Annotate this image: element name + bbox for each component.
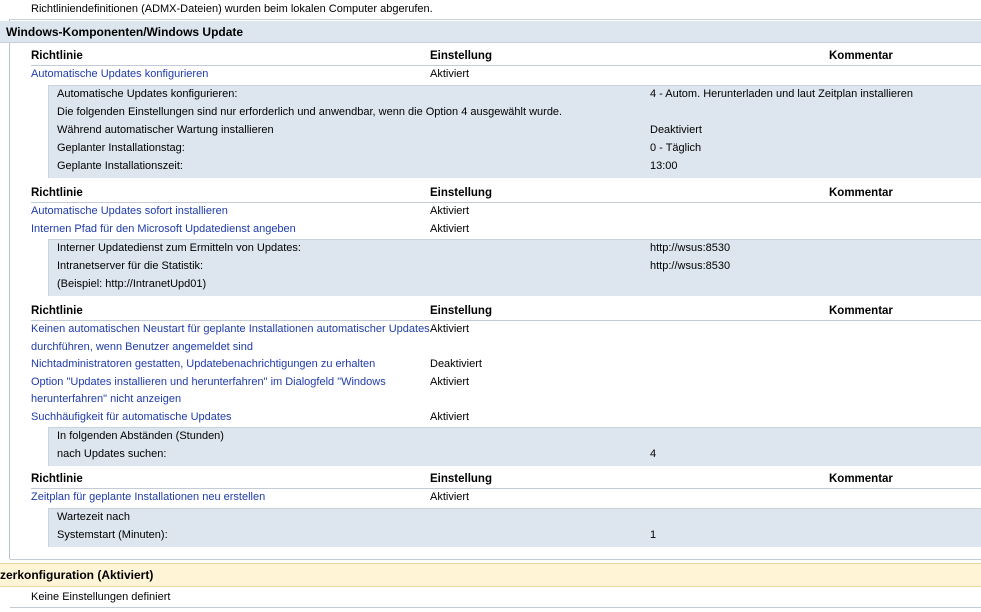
detail-label: (Beispiel: http://IntranetUpd01) — [57, 278, 207, 290]
policy-link[interactable]: Automatische Updates konfigurieren — [31, 68, 208, 80]
policy-link[interactable]: Zeitplan für geplante Installationen neu… — [31, 491, 265, 503]
column-header-policy: Richtlinie — [31, 187, 83, 199]
policy-setting-value: Aktiviert — [430, 410, 470, 423]
column-header-setting: Einstellung — [430, 187, 492, 199]
policy-details-box — [48, 507, 981, 547]
detail-label: Während automatischer Wartung installier… — [57, 123, 274, 136]
policy-setting-value: Aktiviert — [430, 491, 470, 503]
column-header-policy: Richtlinie — [31, 473, 83, 485]
divider — [10, 19, 981, 20]
header-divider — [31, 65, 981, 66]
column-header-comment: Kommentar — [829, 305, 893, 317]
section-header-user-config[interactable]: zerkonfiguration (Aktiviert) — [0, 563, 981, 587]
detail-label: Geplante Installationszeit: — [57, 159, 183, 172]
detail-value: 1 — [650, 528, 657, 541]
policy-setting-value: Aktiviert — [430, 323, 470, 335]
column-header-setting: Einstellung — [430, 305, 492, 317]
section-header-windows-update[interactable]: Windows-Komponenten/Windows Update — [0, 21, 981, 43]
detail-value: 4 - Autom. Herunterladen und laut Zeitpl… — [650, 87, 913, 100]
column-header-comment: Kommentar — [829, 473, 893, 485]
header-divider — [31, 320, 981, 321]
detail-value: Deaktiviert — [650, 123, 702, 136]
policy-link[interactable]: durchführen, wenn Benutzer angemeldet si… — [31, 341, 253, 353]
policy-setting-value: Aktiviert — [430, 68, 470, 80]
header-divider — [31, 202, 981, 203]
divider — [10, 559, 981, 560]
policy-setting-value: Deaktiviert — [430, 358, 482, 370]
policy-link[interactable]: Suchhäufigkeit für automatische Updates — [31, 411, 232, 423]
tree-indent-rule — [9, 19, 10, 559]
user-section-title: zerkonfiguration (Aktiviert) — [0, 568, 154, 582]
column-header-comment: Kommentar — [829, 50, 893, 62]
column-header-policy: Richtlinie — [31, 305, 83, 317]
column-header-comment: Kommentar — [829, 187, 893, 199]
detail-label: Wartezeit nach — [57, 510, 130, 523]
section-title: Windows-Komponenten/Windows Update — [6, 25, 244, 39]
column-header-setting: Einstellung — [430, 473, 492, 485]
policy-link[interactable]: Automatische Updates sofort installieren — [31, 205, 228, 217]
policy-setting-value: Aktiviert — [430, 375, 470, 388]
detail-value: 13:00 — [650, 159, 678, 172]
detail-value: http://wsus:8530 — [650, 260, 731, 272]
detail-value: http://wsus:8530 — [650, 242, 731, 254]
detail-label: Intranetserver für die Statistik: — [57, 260, 204, 272]
policy-link[interactable]: Nichtadministratoren gestatten, Updatebe… — [31, 358, 375, 370]
policy-setting-value: Aktiviert — [430, 222, 470, 235]
policy-setting-value: Aktiviert — [430, 205, 470, 217]
column-header-setting: Einstellung — [430, 50, 492, 62]
detail-label: Die folgenden Einstellungen sind nur erf… — [57, 105, 563, 118]
column-header-policy: Richtlinie — [31, 50, 83, 62]
detail-value: 4 — [650, 448, 657, 460]
detail-label: In folgenden Abständen (Stunden) — [57, 430, 224, 442]
detail-label: Systemstart (Minuten): — [57, 528, 168, 541]
policy-link[interactable]: Internen Pfad für den Microsoft Updatedi… — [31, 223, 296, 235]
header-divider — [31, 488, 981, 489]
divider — [10, 607, 981, 608]
detail-value: 0 - Täglich — [650, 141, 702, 154]
detail-label: Geplanter Installationstag: — [57, 141, 185, 154]
detail-label: nach Updates suchen: — [57, 448, 167, 460]
policy-link[interactable]: herunterfahren" nicht anzeigen — [31, 393, 181, 405]
policy-link[interactable]: Keinen automatischen Neustart für geplan… — [31, 323, 430, 335]
policy-link[interactable]: Option "Updates installieren und herunte… — [31, 376, 386, 388]
detail-label: Automatische Updates konfigurieren: — [57, 87, 238, 100]
no-settings-note: Keine Einstellungen definiert — [31, 591, 171, 603]
admx-note: Richtliniendefinitionen (ADMX-Dateien) w… — [31, 3, 433, 15]
detail-label: Interner Updatedienst zum Ermitteln von … — [57, 242, 301, 254]
